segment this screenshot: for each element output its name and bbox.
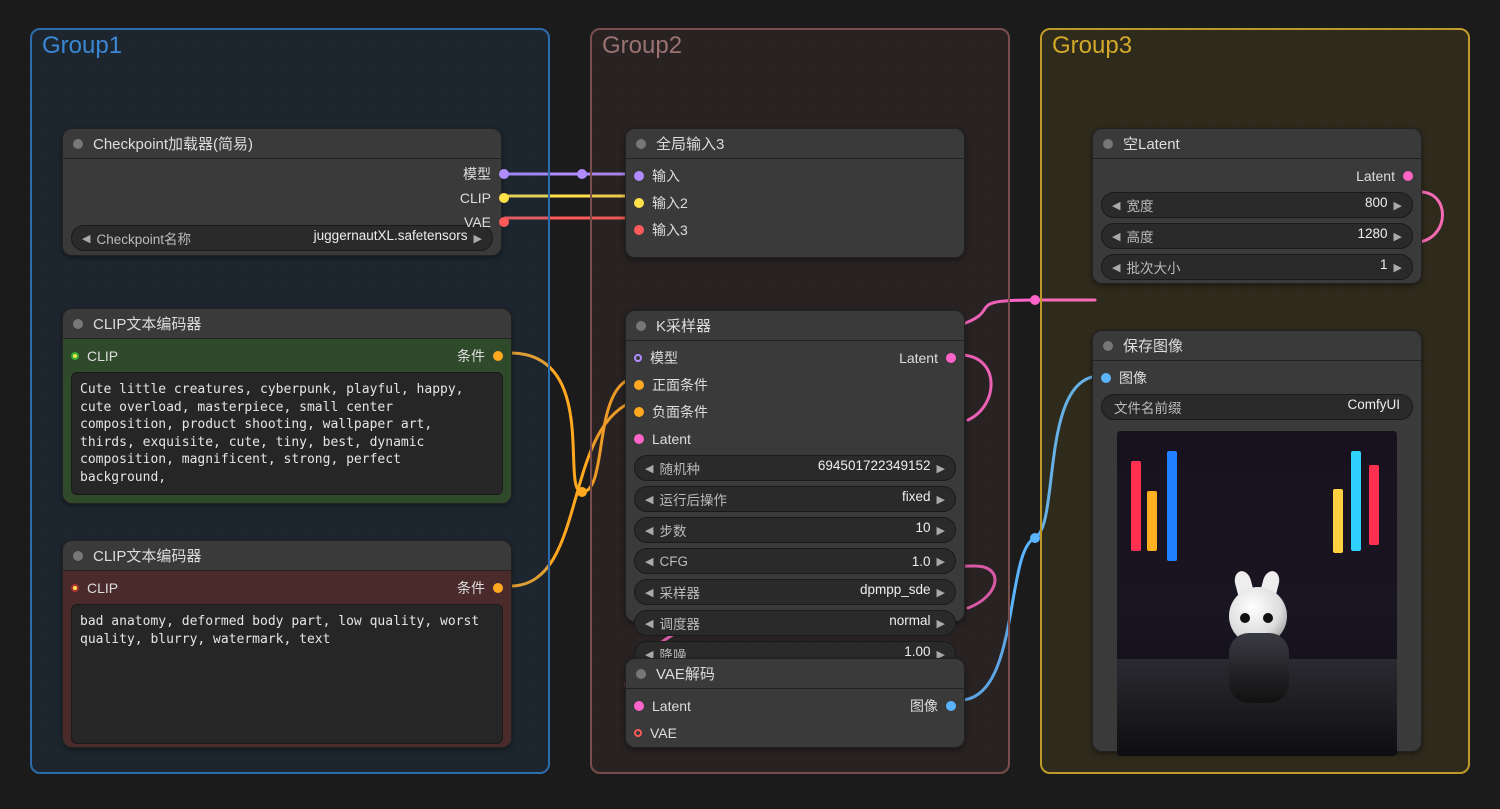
- arrow-right-icon[interactable]: ▶: [935, 524, 947, 537]
- input-2[interactable]: 输入2: [634, 192, 956, 214]
- empty-latent-widget-2[interactable]: ◀ 批次大小1 ▶: [1101, 254, 1413, 280]
- collapse-icon[interactable]: [1103, 341, 1113, 351]
- ksampler-widget-0[interactable]: ◀ 随机种694501722349152 ▶: [634, 455, 956, 481]
- node-title: CLIP文本编码器: [93, 313, 201, 334]
- input-negative[interactable]: 负面条件: [634, 401, 956, 423]
- input-positive[interactable]: 正面条件: [634, 374, 956, 396]
- arrow-right-icon[interactable]: ▶: [935, 555, 947, 568]
- ksampler-widget-5[interactable]: ◀ 调度器normal ▶: [634, 610, 956, 636]
- arrow-right-icon[interactable]: ▶: [935, 493, 947, 506]
- collapse-icon[interactable]: [73, 139, 83, 149]
- arrow-left-icon[interactable]: ◀: [1110, 261, 1122, 274]
- input-clip[interactable]: CLIP: [71, 577, 118, 599]
- prompt-textarea[interactable]: bad anatomy, deformed body part, low qua…: [71, 604, 503, 744]
- output-conditioning[interactable]: 条件: [457, 345, 503, 367]
- collapse-icon[interactable]: [636, 321, 646, 331]
- input-vae[interactable]: VAE: [634, 722, 956, 744]
- output-latent[interactable]: Latent: [1101, 165, 1413, 187]
- input-image[interactable]: 图像: [1101, 367, 1413, 389]
- node-header[interactable]: 全局输入3: [626, 129, 964, 159]
- arrow-right-icon[interactable]: ▶: [935, 462, 947, 475]
- node-vae-decode[interactable]: VAE解码 Latent 图像 VAE: [625, 658, 965, 748]
- node-save-image[interactable]: 保存图像 图像 文件名前缀ComfyUI: [1092, 330, 1422, 752]
- arrow-left-icon[interactable]: ◀: [643, 617, 655, 630]
- input-latent[interactable]: Latent: [634, 695, 691, 717]
- output-clip[interactable]: CLIP: [460, 187, 509, 209]
- node-global-inputs[interactable]: 全局输入3 输入 输入2 输入3: [625, 128, 965, 258]
- output-model[interactable]: 模型: [460, 163, 509, 185]
- arrow-left-icon[interactable]: ◀: [643, 462, 655, 475]
- output-image-preview[interactable]: [1117, 431, 1397, 756]
- input-1[interactable]: 输入: [634, 165, 956, 187]
- arrow-left-icon[interactable]: ◀: [643, 524, 655, 537]
- node-title: CLIP文本编码器: [93, 545, 201, 566]
- arrow-left-icon[interactable]: ◀: [80, 232, 92, 245]
- node-header[interactable]: 保存图像: [1093, 331, 1421, 361]
- output-vae[interactable]: VAE: [460, 211, 509, 233]
- node-title: 保存图像: [1123, 335, 1183, 356]
- output-conditioning[interactable]: 条件: [457, 577, 503, 599]
- empty-latent-widget-0[interactable]: ◀ 宽度800 ▶: [1101, 192, 1413, 218]
- input-clip[interactable]: CLIP: [71, 345, 118, 367]
- group-title: Group3: [1052, 28, 1132, 62]
- node-empty-latent[interactable]: 空Latent Latent ◀ 宽度800 ▶ ◀ 高度1280 ▶ ◀ 批次…: [1092, 128, 1422, 284]
- input-3[interactable]: 输入3: [634, 219, 956, 241]
- node-header[interactable]: K采样器: [626, 311, 964, 341]
- collapse-icon[interactable]: [73, 551, 83, 561]
- prompt-textarea[interactable]: Cute little creatures, cyberpunk, playfu…: [71, 372, 503, 495]
- arrow-left-icon[interactable]: ◀: [643, 493, 655, 506]
- node-title: K采样器: [656, 315, 711, 336]
- node-ksampler[interactable]: K采样器 模型 Latent 正面条件 负面条件 Latent ◀ 随机种694…: [625, 310, 965, 622]
- node-header[interactable]: CLIP文本编码器: [63, 541, 511, 571]
- arrow-left-icon[interactable]: ◀: [643, 586, 655, 599]
- arrow-right-icon[interactable]: ▶: [935, 586, 947, 599]
- input-model[interactable]: 模型: [634, 347, 678, 369]
- arrow-right-icon[interactable]: ▶: [1392, 261, 1404, 274]
- arrow-right-icon[interactable]: ▶: [1392, 230, 1404, 243]
- group-title: Group1: [42, 28, 122, 62]
- node-header[interactable]: 空Latent: [1093, 129, 1421, 159]
- node-title: 空Latent: [1123, 133, 1180, 154]
- arrow-right-icon[interactable]: ▶: [1392, 199, 1404, 212]
- node-clip-negative[interactable]: CLIP文本编码器 CLIP 条件 bad anatomy, deformed …: [62, 540, 512, 748]
- arrow-left-icon[interactable]: ◀: [643, 555, 655, 568]
- ksampler-widget-1[interactable]: ◀ 运行后操作fixed ▶: [634, 486, 956, 512]
- arrow-right-icon[interactable]: ▶: [935, 617, 947, 630]
- filename-prefix-widget[interactable]: 文件名前缀ComfyUI: [1101, 394, 1413, 420]
- collapse-icon[interactable]: [636, 669, 646, 679]
- arrow-right-icon[interactable]: ▶: [472, 232, 484, 245]
- node-title: 全局输入3: [656, 133, 724, 154]
- input-latent[interactable]: Latent: [634, 428, 956, 450]
- node-header[interactable]: CLIP文本编码器: [63, 309, 511, 339]
- arrow-left-icon[interactable]: ◀: [1110, 199, 1122, 212]
- node-title: VAE解码: [656, 663, 715, 684]
- group-title: Group2: [602, 28, 682, 62]
- node-title: Checkpoint加载器(简易): [93, 133, 253, 154]
- ksampler-widget-2[interactable]: ◀ 步数10 ▶: [634, 517, 956, 543]
- checkpoint-name-widget[interactable]: ◀ Checkpoint名称juggernautXL.safetensors ▶: [71, 225, 493, 251]
- ksampler-widget-3[interactable]: ◀ CFG1.0 ▶: [634, 548, 956, 574]
- collapse-icon[interactable]: [73, 319, 83, 329]
- node-clip-positive[interactable]: CLIP文本编码器 CLIP 条件 Cute little creatures,…: [62, 308, 512, 504]
- collapse-icon[interactable]: [636, 139, 646, 149]
- output-latent[interactable]: Latent: [899, 347, 956, 369]
- ksampler-widget-4[interactable]: ◀ 采样器dpmpp_sde ▶: [634, 579, 956, 605]
- empty-latent-widget-1[interactable]: ◀ 高度1280 ▶: [1101, 223, 1413, 249]
- collapse-icon[interactable]: [1103, 139, 1113, 149]
- node-checkpoint-loader[interactable]: Checkpoint加载器(简易) 模型 CLIP VAE ◀ Checkpoi…: [62, 128, 502, 256]
- output-image[interactable]: 图像: [910, 695, 956, 717]
- node-header[interactable]: VAE解码: [626, 659, 964, 689]
- arrow-left-icon[interactable]: ◀: [1110, 230, 1122, 243]
- node-header[interactable]: Checkpoint加载器(简易): [63, 129, 501, 159]
